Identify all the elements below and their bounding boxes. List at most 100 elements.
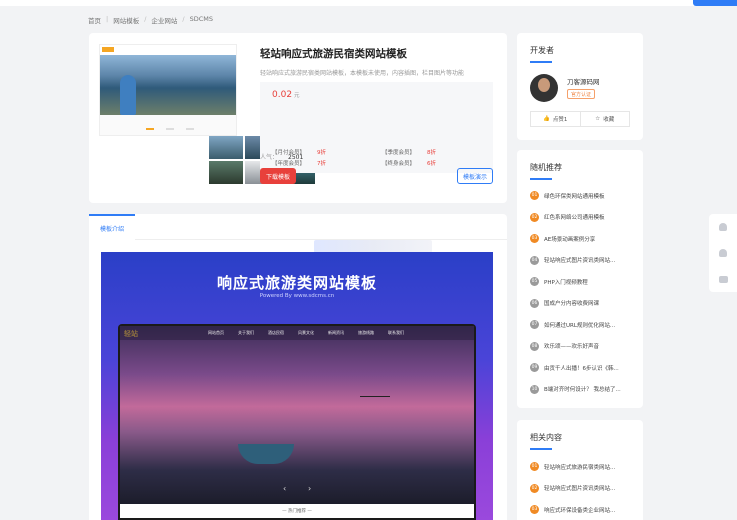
developer-name[interactable]: 刀客源码网 [567, 76, 600, 86]
list-item-title: PHP入门视频教程 [544, 279, 588, 286]
thumbnail[interactable] [209, 161, 243, 184]
floating-toolbar [709, 214, 737, 292]
vip-label: 【终身会员】 [382, 161, 416, 167]
template-banner: 响应式旅游类网站模板 Powered By www.sdcms.cn 轻站 网站… [101, 252, 493, 520]
chevron-right-icon: › [308, 484, 312, 493]
screen-pier [360, 396, 390, 406]
banner-title: 响应式旅游类网站模板 [216, 274, 377, 292]
demo-button[interactable]: 模板演示 [457, 168, 493, 184]
list-item[interactable]: 07 如何通过URL规则优化网站... [530, 314, 635, 336]
preview-footer [100, 115, 236, 135]
price-unit: 元 [294, 93, 300, 99]
list-item[interactable]: 02 轻站响应式图片资讯类网站... [530, 478, 635, 500]
banner-subtitle: Powered By www.sdcms.cn [259, 293, 335, 299]
monitor-screen: 轻站 网站首页 关于我们 酒店民宿 风景文化 新闻资讯 旅游线路 联系我们 ‹ … [120, 326, 474, 518]
rank-badge: 10 [530, 384, 539, 394]
list-item[interactable]: 10 B端对齐时何设计？ 我总结了... [530, 379, 635, 401]
preview-person [120, 75, 136, 115]
random-heading: 随机推荐 [530, 163, 562, 172]
rank-badge: 03 [530, 234, 539, 244]
list-item[interactable]: 03 AE场景动画案例分享 [530, 228, 635, 250]
preview-logo [102, 47, 114, 52]
list-item[interactable]: 08 欢乐颂——欢乐好声音 [530, 336, 635, 358]
price-value: 0.02 [272, 90, 293, 100]
favorite-button[interactable]: ☆ 收藏 [579, 112, 630, 126]
heading-underline [530, 178, 552, 180]
screen-nav-item: 关于我们 [238, 330, 254, 335]
top-bar-button[interactable] [693, 0, 737, 6]
list-item-title: 响应式环保设备类企业网站... [544, 507, 616, 514]
like-button[interactable]: 👍 点赞1 [531, 112, 580, 126]
product-description: 轻站响应式旅游民宿类网站模板，本模板未使用，内容插图，栏目图片等功能 [260, 70, 465, 77]
screen-nav-item: 酒店民宿 [268, 330, 284, 335]
vip-lifetime: 【终身会员】 6折 [382, 159, 436, 167]
list-item[interactable]: 02 红色系网络公司通用模板 [530, 207, 635, 229]
vip-discount: 8折 [427, 150, 437, 156]
rank-badge: 04 [530, 255, 539, 265]
vip-quarterly: 【季度会员】 8折 [382, 148, 436, 156]
rank-badge: 07 [530, 320, 539, 330]
product-main-image[interactable] [99, 44, 237, 136]
phone-icon[interactable] [719, 249, 727, 258]
breadcrumb-home[interactable]: 首页 [88, 15, 101, 25]
favorite-label: 收藏 [603, 117, 615, 123]
list-item[interactable]: 09 由贡千人出播！6步认识《韩... [530, 357, 635, 379]
rank-badge: 02 [530, 483, 539, 493]
list-item[interactable]: 05 PHP入门视频教程 [530, 271, 635, 293]
breadcrumb-templates[interactable]: 网站模板 [113, 15, 139, 25]
list-item[interactable]: 04 轻站响应式图片资讯类网站... [530, 250, 635, 272]
preview-dot [166, 128, 174, 130]
rank-badge: 02 [530, 212, 539, 222]
breadcrumb-enterprise[interactable]: 企业网站 [151, 15, 177, 25]
popularity-label: 人气： [260, 154, 279, 161]
screen-nav-item: 风景文化 [298, 330, 314, 335]
list-item-title: 红色系网络公司通用模板 [544, 215, 605, 222]
list-item[interactable]: 01 轻站响应式旅游民宿类网站... [530, 456, 635, 478]
preview-header [100, 45, 236, 55]
message-icon[interactable] [718, 275, 728, 283]
product-title: 轻站响应式旅游民宿类网站模板 [260, 48, 407, 60]
rank-badge: 09 [530, 363, 539, 373]
random-list: 01 绿色环保类网站通用模板 02 红色系网络公司通用模板 03 AE场景动画案例分享 04… [530, 185, 635, 400]
tab-intro[interactable]: 模板介绍 [89, 214, 135, 240]
price: 0.02 元 [272, 90, 300, 100]
breadcrumb-separator: / [144, 15, 147, 23]
rank-badge: 01 [530, 191, 539, 201]
screen-boat [238, 444, 294, 464]
vip-discount: 6折 [427, 161, 437, 167]
thumbnail[interactable] [209, 136, 243, 159]
list-item-title: B端对齐时何设计？ 我总结了... [544, 387, 621, 394]
monitor-preview: 轻站 网站首页 关于我们 酒店民宿 风景文化 新闻资讯 旅游线路 联系我们 ‹ … [118, 324, 476, 520]
list-item[interactable]: 01 绿色环保类网站通用模板 [530, 185, 635, 207]
download-button[interactable]: 下载模板 [260, 168, 296, 184]
list-item-title: 绿色环保类网站通用模板 [544, 193, 605, 200]
list-item-title: 轻站响应式图片资讯类网站... [544, 258, 616, 265]
star-icon: ☆ [595, 116, 601, 122]
heading-underline [530, 61, 552, 63]
developer-actions: 👍 点赞1 ☆ 收藏 [530, 111, 630, 127]
vip-label: 【季度会员】 [382, 150, 416, 156]
thumbs-up-icon: 👍 [543, 116, 550, 122]
vip-discount: 9折 [317, 150, 327, 156]
list-item-title: 国成户分内容收费网课 [544, 301, 600, 308]
list-item[interactable]: 06 国成户分内容收费网课 [530, 293, 635, 315]
random-recommend-card: 随机推荐 01 绿色环保类网站通用模板 02 红色系网络公司通用模板 03 AE场景动画案… [517, 150, 643, 408]
list-item-title: 轻站响应式旅游民宿类网站... [544, 464, 616, 471]
breadcrumb-separator: / [182, 15, 185, 23]
preview-dot [146, 128, 154, 130]
rank-badge: 01 [530, 462, 539, 472]
top-bar [0, 0, 737, 6]
customer-service-icon[interactable] [719, 223, 727, 232]
list-item-title: 轻站响应式图片资讯类网站... [544, 486, 616, 493]
screen-nav: 网站首页 关于我们 酒店民宿 风景文化 新闻资讯 旅游线路 联系我们 [120, 326, 474, 340]
list-item-title: AE场景动画案例分享 [544, 236, 596, 243]
developer-heading: 开发者 [530, 46, 554, 55]
rank-badge: 08 [530, 341, 539, 351]
screen-nav-item: 联系我们 [388, 330, 404, 335]
avatar[interactable] [530, 74, 558, 102]
list-item-title: 如何通过URL规则优化网站... [544, 322, 616, 329]
breadcrumb-current: SDCMS [189, 15, 214, 23]
popularity: 人气： 2501 [260, 152, 303, 161]
breadcrumb: 首页 | 网站模板 / 企业网站 / SDCMS [88, 15, 213, 25]
list-item[interactable]: 03 响应式环保设备类企业网站... [530, 499, 635, 520]
